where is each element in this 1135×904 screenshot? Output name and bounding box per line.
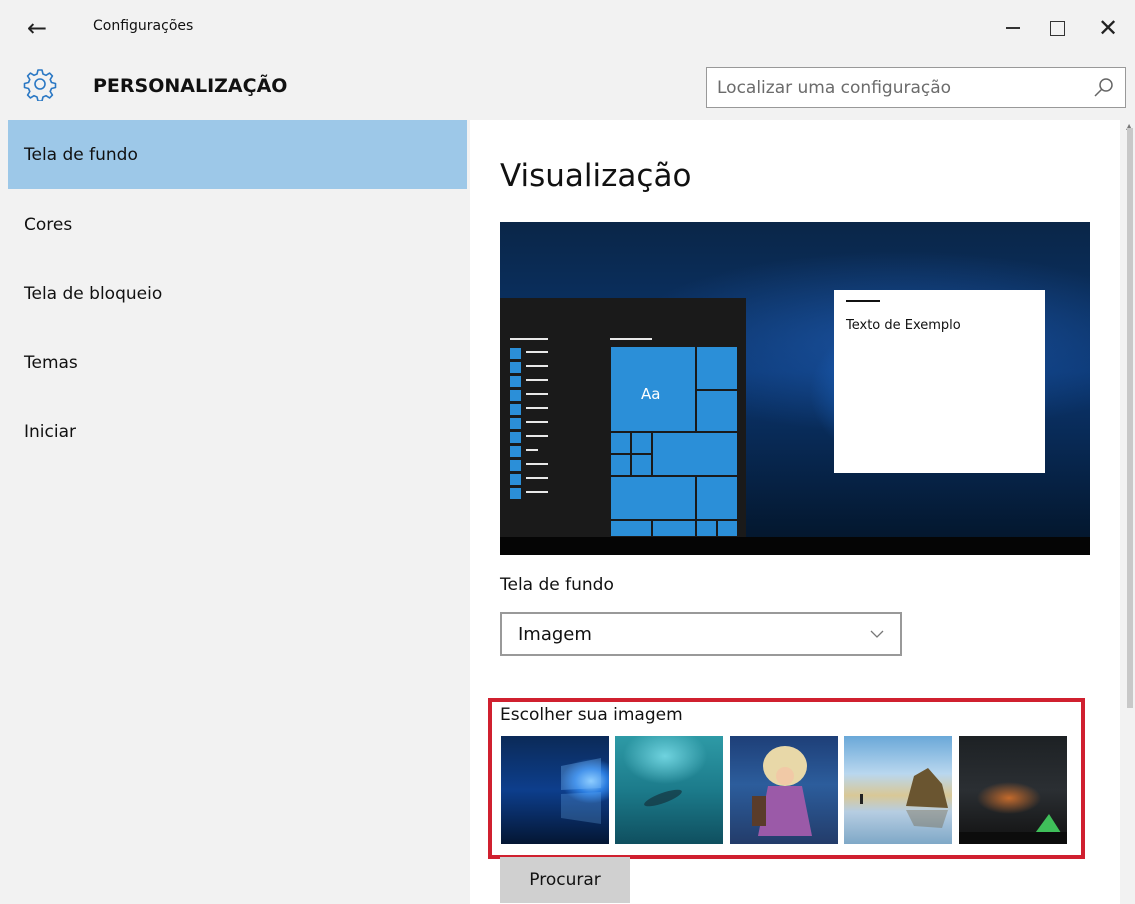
preview-rail-line [526,421,548,423]
preview-tile-label: Aa [641,385,661,403]
image-thumbnail-character[interactable] [730,736,838,844]
preview-rail-tile [510,362,521,373]
preview-rail-tile [510,418,521,429]
browse-button[interactable]: Procurar [500,857,630,903]
preview-rail-line [526,463,548,465]
preview-rail-tile [510,488,521,499]
preview-rail-tile [510,432,521,443]
sidebar: Tela de fundo Cores Tela de bloqueio Tem… [0,120,467,904]
scrollbar-thumb[interactable] [1127,128,1133,708]
tent-shape [959,814,1067,844]
preview-rail-line [526,365,548,367]
preview-rail-tile [510,404,521,415]
app-title: Configurações [93,18,194,34]
background-preview: Aa Texto de Exemplo [500,222,1090,555]
preview-tile [610,454,631,476]
preview-rail-line [526,477,548,479]
preview-tile [696,390,738,432]
minimize-button[interactable] [990,8,1036,48]
page-title: PERSONALIZAÇÃO [93,75,288,97]
image-thumbnail-windows[interactable] [501,736,609,844]
content-pane: Visualização Aa Texto de Exemplo Tela de… [470,120,1120,904]
preview-rail-line [526,379,548,381]
preview-tile-large: Aa [610,346,696,432]
preview-tile [696,520,717,537]
preview-tile [652,520,696,537]
preview-tile [717,520,738,537]
preview-tile-wide [610,476,696,520]
preview-rail-line [526,435,548,437]
image-thumbnail-night-sky[interactable] [959,736,1067,844]
background-dropdown-value: Imagem [518,623,592,645]
sample-window-dash [846,300,880,302]
windows-light-icon [561,758,601,824]
preview-rail-tile [510,348,521,359]
preview-rail-tile [510,376,521,387]
search-input[interactable] [707,77,1089,98]
swimmer-shape [644,789,682,807]
title-bar: ← Configurações ✕ [0,0,1135,58]
character-shape [752,746,812,836]
sample-text: Texto de Exemplo [846,318,961,333]
preview-group-header [610,338,652,340]
preview-title: Visualização [500,158,692,194]
preview-taskbar [500,537,1090,555]
gear-icon [23,69,57,101]
background-dropdown[interactable]: Imagem [500,612,902,656]
preview-rail-line [526,351,548,353]
preview-rail-line [526,407,548,409]
preview-rail-tile [510,446,521,457]
preview-tile [696,346,738,390]
rock-shape [860,768,948,828]
search-icon[interactable] [1089,73,1119,103]
sidebar-item-tela-de-fundo[interactable]: Tela de fundo [8,120,467,189]
preview-tile [696,476,738,520]
preview-tiles: Aa [610,346,738,537]
preview-sample-window: Texto de Exemplo [834,290,1045,473]
sidebar-item-iniciar[interactable]: Iniciar [8,397,467,466]
sidebar-item-temas[interactable]: Temas [8,328,467,397]
preview-rail-line [526,393,548,395]
preview-rail-tile [510,474,521,485]
maximize-icon [1049,20,1065,36]
preview-tile [610,520,652,537]
preview-tile [631,454,652,476]
minimize-icon [1006,27,1020,29]
image-thumbnail-beach[interactable] [844,736,952,844]
preview-rail-tile [510,460,521,471]
maximize-button[interactable] [1034,8,1080,48]
settings-window: ← Configurações ✕ PERSONALIZAÇÃO Tela de… [0,0,1135,904]
preview-rail-line [526,449,538,451]
preview-rail-header [510,338,548,340]
close-button[interactable]: ✕ [1085,8,1131,48]
image-thumbnail-underwater[interactable] [615,736,723,844]
preview-tile-wide [652,432,738,476]
search-box[interactable] [706,67,1126,108]
background-label: Tela de fundo [500,575,614,595]
back-arrow-icon[interactable]: ← [22,10,52,46]
preview-tile [631,432,652,454]
preview-rail-tile [510,390,521,401]
chevron-down-icon [870,630,884,638]
choose-image-label: Escolher sua imagem [500,705,683,725]
sidebar-item-cores[interactable]: Cores [8,190,467,259]
preview-rail-line [526,491,548,493]
preview-tile [610,432,631,454]
sidebar-item-tela-de-bloqueio[interactable]: Tela de bloqueio [8,259,467,328]
